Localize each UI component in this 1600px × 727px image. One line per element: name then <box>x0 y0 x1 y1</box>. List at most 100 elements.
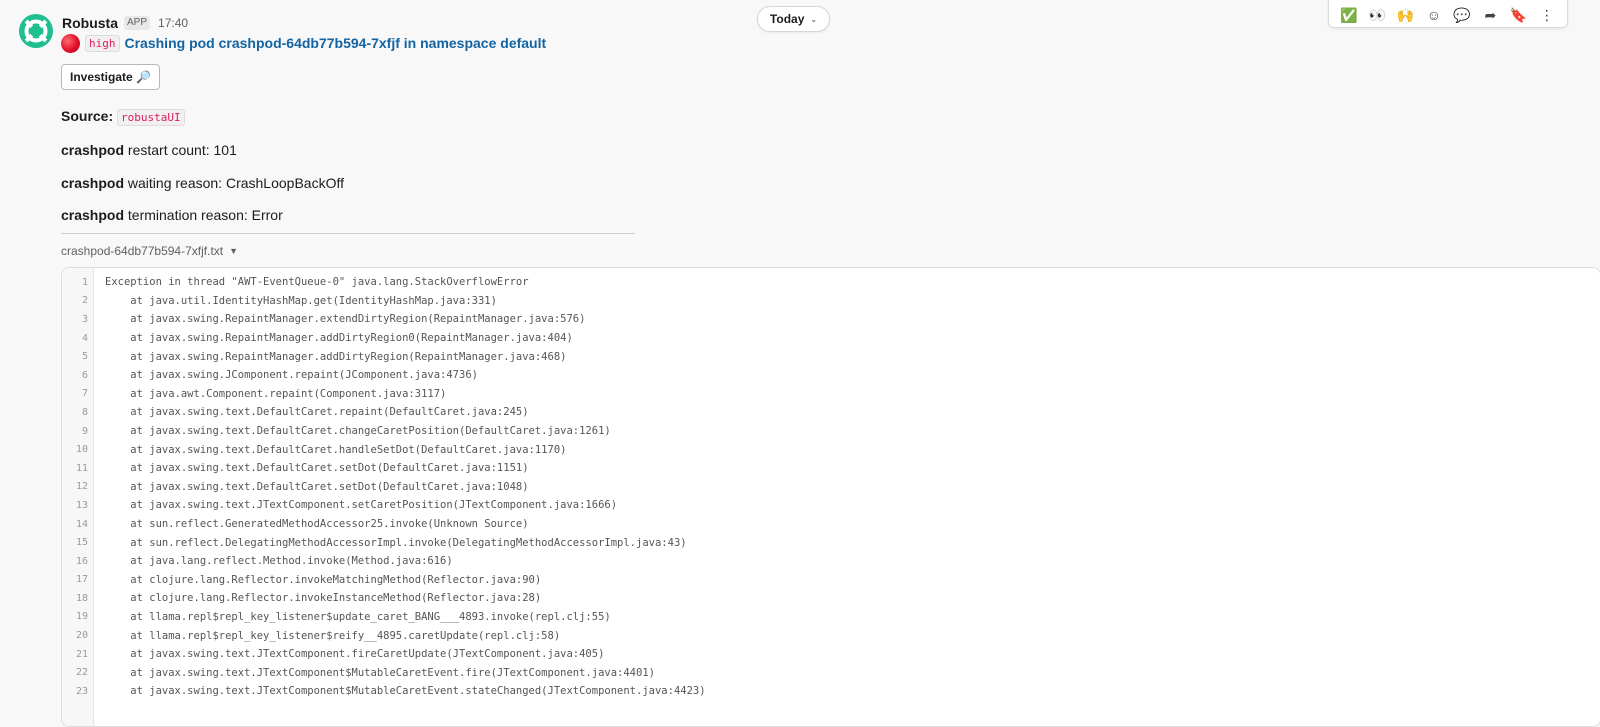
line-number: 10 <box>75 444 88 456</box>
code-line: 9 at javax.swing.text.DefaultCaret.chang… <box>62 422 706 441</box>
caret-down-icon[interactable]: ▼ <box>229 246 238 256</box>
message-timestamp[interactable]: 17:40 <box>158 16 188 30</box>
code-line: 7 at java.awt.Component.repaint(Componen… <box>62 385 706 404</box>
pod-name: crashpod <box>61 207 125 223</box>
code-line: 17 at clojure.lang.Reflector.invokeMatch… <box>62 571 706 590</box>
divider <box>61 233 635 234</box>
message-actions-toolbar: ✅ 👀 🙌 ☺ 💬 ➦ 🔖 ⋮ <box>1328 0 1568 28</box>
code-line: 16 at java.lang.reflect.Method.invoke(Me… <box>62 552 706 571</box>
line-text: at javax.swing.JComponent.repaint(JCompo… <box>105 369 478 382</box>
date-divider-label: Today <box>769 12 805 26</box>
line-number: 16 <box>75 555 88 567</box>
field-text: termination reason: Error <box>127 207 283 223</box>
line-text: at javax.swing.text.DefaultCaret.setDot(… <box>105 462 529 475</box>
bookmark-icon[interactable]: 🔖 <box>1508 0 1530 26</box>
investigate-button[interactable]: Investigate 🔎 <box>61 64 160 90</box>
code-line: 12 at javax.swing.text.DefaultCaret.setD… <box>62 478 706 497</box>
code-line: 10 at javax.swing.text.DefaultCaret.hand… <box>62 440 706 459</box>
code-lines: 1 Exception in thread "AWT-EventQueue-0" … <box>62 273 706 701</box>
code-line: 8 at javax.swing.text.DefaultCaret.repai… <box>62 403 706 422</box>
app-badge: APP <box>124 16 151 30</box>
line-text: at clojure.lang.Reflector.invokeMatching… <box>105 573 542 586</box>
line-number: 21 <box>75 648 88 660</box>
line-text: at javax.swing.text.DefaultCaret.handleS… <box>105 443 567 456</box>
field-text: waiting reason: CrashLoopBackOff <box>127 175 344 191</box>
alert-title-link[interactable]: Crashing pod crashpod-64db77b594-7xfjf i… <box>125 35 547 51</box>
line-number: 6 <box>81 369 88 381</box>
more-actions-icon[interactable]: ⋮ <box>1536 0 1558 26</box>
line-text: at javax.swing.RepaintManager.addDirtyRe… <box>105 332 573 345</box>
line-text: at javax.swing.text.JTextComponent$Mutab… <box>105 685 706 698</box>
line-number: 19 <box>75 611 88 623</box>
message-header: Robusta APP 17:40 <box>62 13 188 33</box>
line-text: at javax.swing.text.DefaultCaret.changeC… <box>105 425 611 438</box>
source-label: Source: <box>61 108 114 124</box>
line-number: 11 <box>75 462 88 474</box>
code-line: 5 at javax.swing.RepaintManager.addDirty… <box>62 347 706 366</box>
pod-name: crashpod <box>61 142 125 158</box>
line-number: 23 <box>75 685 88 697</box>
pod-name: crashpod <box>61 175 125 191</box>
line-text: at javax.swing.text.JTextComponent.fireC… <box>105 648 605 661</box>
file-preview[interactable]: 1 Exception in thread "AWT-EventQueue-0" … <box>61 267 1600 727</box>
code-line: 2 at java.util.IdentityHashMap.get(Ident… <box>62 292 706 311</box>
line-text: at javax.swing.RepaintManager.extendDirt… <box>105 313 586 326</box>
file-attachment-header[interactable]: crashpod-64db77b594-7xfjf.txt ▼ <box>61 244 238 258</box>
red-circle-icon <box>61 33 80 53</box>
line-number: 4 <box>81 332 88 344</box>
alert-title-line: high Crashing pod crashpod-64db77b594-7x… <box>61 32 546 54</box>
raised-hands-reaction-icon[interactable]: 🙌 <box>1395 0 1417 26</box>
code-line: 13 at javax.swing.text.JTextComponent.se… <box>62 496 706 515</box>
code-line: 1 Exception in thread "AWT-EventQueue-0" … <box>62 273 706 292</box>
code-line: 20 at llama.repl$repl_key_listener$reify… <box>62 626 706 645</box>
restart-count-field: crashpod restart count: 101 <box>61 142 237 158</box>
add-reaction-icon[interactable]: ☺ <box>1423 0 1445 26</box>
line-text: at javax.swing.text.DefaultCaret.setDot(… <box>105 480 529 493</box>
reply-in-thread-icon[interactable]: 💬 <box>1451 0 1473 26</box>
line-text: at javax.swing.text.JTextComponent.setCa… <box>105 499 618 512</box>
eyes-reaction-icon[interactable]: 👀 <box>1366 0 1388 26</box>
line-text: at llama.repl$repl_key_listener$update_c… <box>105 610 611 623</box>
line-text: at sun.reflect.DelegatingMethodAccessorI… <box>105 536 687 549</box>
line-number: 17 <box>75 574 88 586</box>
line-number: 5 <box>81 351 88 363</box>
date-divider-button[interactable]: Today ⌄ <box>757 6 830 32</box>
line-text: Exception in thread "AWT-EventQueue-0" j… <box>105 276 529 289</box>
field-text: restart count: 101 <box>127 142 237 158</box>
line-text: at javax.swing.RepaintManager.addDirtyRe… <box>105 350 567 363</box>
line-number: 8 <box>81 406 88 418</box>
code-line: 18 at clojure.lang.Reflector.invokeInsta… <box>62 589 706 608</box>
source-field: Source: robustaUI <box>61 108 185 126</box>
line-number: 13 <box>75 499 88 511</box>
line-text: at java.util.IdentityHashMap.get(Identit… <box>105 294 497 307</box>
line-text: at javax.swing.text.DefaultCaret.repaint… <box>105 406 529 419</box>
code-line: 23 at javax.swing.text.JTextComponent$Mu… <box>62 682 706 701</box>
source-value: robustaUI <box>117 109 185 126</box>
line-number: 1 <box>81 276 88 288</box>
line-number: 18 <box>75 592 88 604</box>
file-name[interactable]: crashpod-64db77b594-7xfjf.txt <box>61 244 223 258</box>
line-text: at java.awt.Component.repaint(Component.… <box>105 387 447 400</box>
line-number: 7 <box>81 388 88 400</box>
line-text: at clojure.lang.Reflector.invokeInstance… <box>105 592 542 605</box>
robusta-avatar-icon[interactable] <box>18 13 54 49</box>
code-line: 19 at llama.repl$repl_key_listener$updat… <box>62 608 706 627</box>
check-mark-reaction-icon[interactable]: ✅ <box>1338 0 1360 26</box>
line-text: at javax.swing.text.JTextComponent$Mutab… <box>105 666 655 679</box>
line-text: at sun.reflect.GeneratedMethodAccessor25… <box>105 518 529 531</box>
code-line: 11 at javax.swing.text.DefaultCaret.setD… <box>62 459 706 478</box>
line-number: 12 <box>75 481 88 493</box>
line-text: at llama.repl$repl_key_listener$reify__4… <box>105 629 561 642</box>
line-number: 3 <box>81 313 88 325</box>
code-line: 22 at javax.swing.text.JTextComponent$Mu… <box>62 663 706 682</box>
code-line: 14 at sun.reflect.GeneratedMethodAccesso… <box>62 515 706 534</box>
line-text: at java.lang.reflect.Method.invoke(Metho… <box>105 555 453 568</box>
code-line: 3 at javax.swing.RepaintManager.extendDi… <box>62 310 706 329</box>
line-number: 9 <box>81 425 88 437</box>
line-number: 2 <box>81 295 88 307</box>
share-message-icon[interactable]: ➦ <box>1479 0 1501 26</box>
sender-name[interactable]: Robusta <box>62 15 118 31</box>
code-line: 4 at javax.swing.RepaintManager.addDirty… <box>62 329 706 348</box>
line-number: 15 <box>75 537 88 549</box>
termination-reason-field: crashpod termination reason: Error <box>61 207 283 223</box>
